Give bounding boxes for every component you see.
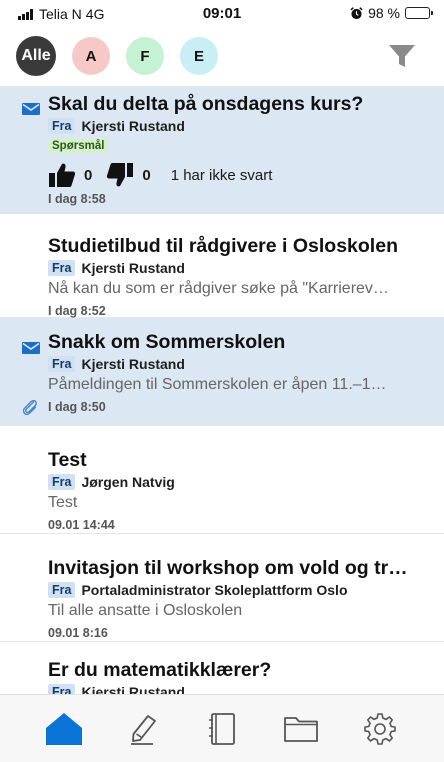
from-row: Fra Kjersti Rustand [48, 355, 436, 373]
funnel-icon[interactable] [386, 40, 418, 72]
sender-name: Kjersti Rustand [81, 118, 185, 134]
envelope-icon [22, 342, 40, 354]
question-tag: Spørsmål [48, 139, 109, 153]
battery-icon [405, 7, 433, 19]
home-icon [45, 712, 82, 745]
filter-chip-f[interactable]: F [126, 37, 164, 75]
message-title: Test [48, 449, 87, 471]
filter-chip-a[interactable]: A [72, 37, 110, 75]
from-label: Fra [48, 356, 76, 372]
thumbs-up-count: 0 [84, 166, 93, 184]
tab-notebook[interactable] [200, 707, 244, 751]
sender-name: Kjersti Rustand [81, 684, 185, 694]
folder-icon [284, 716, 319, 742]
message-time: 09.01 14:44 [48, 518, 115, 532]
sender-name: Jørgen Natvig [81, 474, 175, 490]
message-title: Invitasjon til workshop om vold og tr… [48, 557, 408, 579]
message-item[interactable]: Studietilbud til rådgivere i Osloskolen … [0, 214, 444, 318]
from-row: Fra Kjersti Rustand [48, 117, 436, 135]
message-title: Skal du delta på onsdagens kurs? [48, 93, 364, 115]
message-title: Snakk om Sommerskolen [48, 331, 286, 353]
sender-name: Kjersti Rustand [81, 356, 185, 372]
gear-icon [364, 712, 397, 745]
from-row: Fra Kjersti Rustand [48, 683, 436, 694]
from-row: Fra Jørgen Natvig [48, 473, 436, 491]
message-preview: Nå kan du som er rådgiver søke på "Karri… [48, 280, 389, 297]
thumbs-up-icon[interactable] [48, 162, 76, 188]
message-item[interactable]: Skal du delta på onsdagens kurs? Fra Kje… [0, 86, 444, 214]
from-row: Fra Kjersti Rustand [48, 259, 436, 277]
from-row: Fra Portaladministrator Skoleplattform O… [48, 581, 436, 599]
status-right: 98 % [350, 5, 433, 21]
from-label: Fra [48, 260, 76, 276]
from-label: Fra [48, 118, 76, 134]
pencil-icon [130, 714, 156, 745]
no-answer-text: 1 har ikke svart [170, 166, 273, 184]
message-time: I dag 8:50 [48, 400, 106, 414]
message-time: I dag 8:58 [48, 192, 106, 206]
filter-bar: Alle A F E [0, 26, 444, 86]
thumbs-down-icon[interactable] [106, 162, 134, 188]
filter-chip-e[interactable]: E [180, 37, 218, 75]
sender-name: Portaladministrator Skoleplattform Oslo [81, 582, 348, 598]
notebook-icon [208, 712, 235, 745]
message-item[interactable]: Snakk om Sommerskolen Fra Kjersti Rustan… [0, 318, 444, 426]
message-preview: Til alle ansatte i Osloskolen [48, 602, 243, 619]
message-time: 09.01 8:16 [48, 626, 108, 640]
tab-bar [0, 694, 444, 762]
status-bar: Telia N 4G 09:01 98 % [0, 0, 444, 26]
paperclip-icon [22, 399, 37, 416]
message-item[interactable]: Er du matematikklærer? Fra Kjersti Rusta… [0, 642, 444, 694]
message-item[interactable]: Test Fra Jørgen Natvig Test 09.01 14:44 [0, 426, 444, 534]
alarm-icon [350, 6, 363, 19]
message-title: Studietilbud til rådgivere i Osloskolen [48, 235, 398, 257]
message-title: Er du matematikklærer? [48, 659, 272, 681]
envelope-icon [22, 103, 40, 115]
vote-row: 0 0 1 har ikke svart [48, 162, 436, 188]
tab-settings[interactable] [358, 707, 402, 751]
message-preview: Test [48, 494, 78, 511]
message-item[interactable]: Invitasjon til workshop om vold og tr… F… [0, 534, 444, 642]
thumbs-down-count: 0 [142, 166, 151, 184]
from-label: Fra [48, 582, 76, 598]
message-preview: Påmeldingen til Sommerskolen er åpen 11.… [48, 376, 387, 393]
tab-home[interactable] [42, 707, 86, 751]
tab-folder[interactable] [279, 707, 323, 751]
sender-name: Kjersti Rustand [81, 260, 185, 276]
from-label: Fra [48, 474, 76, 490]
from-label: Fra [48, 684, 76, 694]
tab-write[interactable] [121, 707, 165, 751]
filter-chip-all[interactable]: Alle [16, 36, 56, 76]
battery-percent: 98 % [368, 5, 400, 21]
message-list: Skal du delta på onsdagens kurs? Fra Kje… [0, 86, 444, 694]
